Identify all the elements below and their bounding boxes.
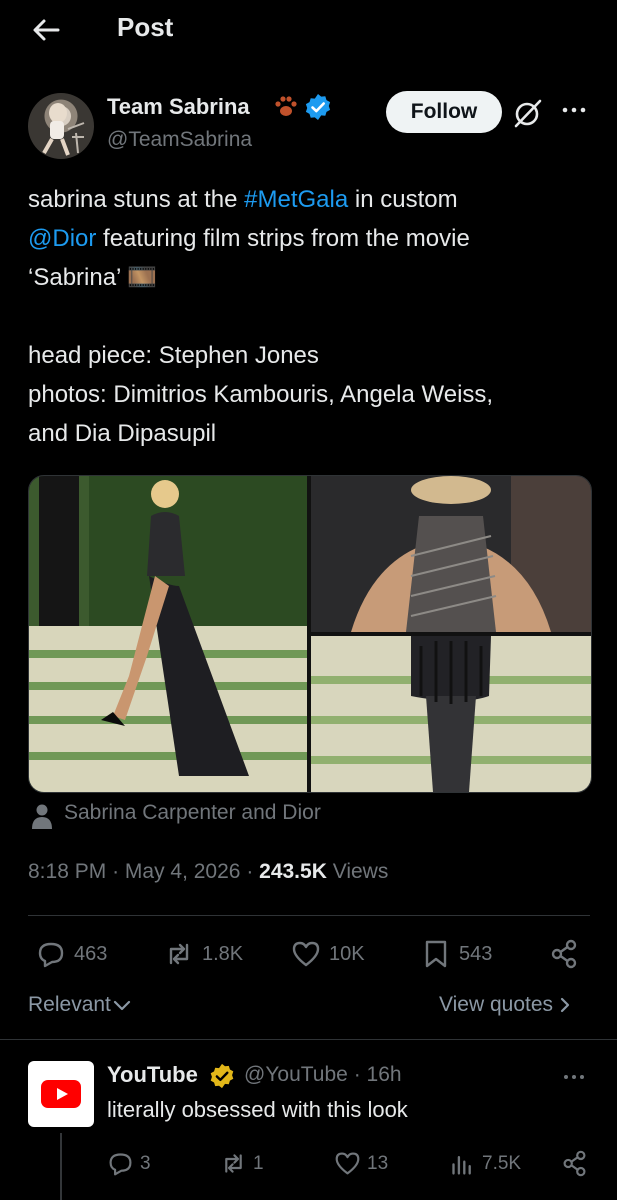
reply-repost-count: 1 [253, 1152, 264, 1174]
tweet-line: and Dia Dipasupil [28, 414, 216, 453]
sort-label: Relevant [28, 993, 111, 1016]
reply-count: 463 [74, 942, 108, 965]
repost-count: 1.8K [202, 942, 244, 965]
tweet-text-segment: in custom [348, 186, 458, 213]
youtube-logo-icon [41, 1080, 81, 1108]
tweet-line: @Dior featuring film strips from the mov… [28, 219, 470, 258]
reply-views-count: 7.5K [482, 1152, 522, 1174]
chevron-down-icon [113, 1000, 130, 1011]
photo-dress-closeup[interactable] [311, 476, 591, 632]
tweet-text-segment: head piece: Stephen Jones [28, 342, 319, 369]
like-icon [292, 941, 320, 967]
reply-handle[interactable]: @YouTube [244, 1063, 348, 1086]
photo-full-look[interactable] [29, 476, 307, 792]
bookmark-count: 543 [459, 942, 493, 965]
youtube-avatar[interactable] [28, 1061, 94, 1127]
views-label: Views [332, 860, 389, 883]
reply-like-count: 13 [367, 1152, 389, 1174]
media-tag[interactable]: Sabrina Carpenter and Dior [64, 801, 321, 825]
reply-like-button[interactable]: 13 [334, 1150, 388, 1177]
view-quotes-label: View quotes [439, 993, 554, 1016]
thread-line [60, 1133, 62, 1200]
tweet-text-segment: ‘Sabrina’ 🎞️ [28, 264, 158, 291]
share-button[interactable] [549, 939, 579, 969]
post-time: 8:18 PM [28, 860, 107, 883]
bookmark-icon [425, 940, 447, 968]
page-title: Post [117, 12, 174, 42]
reply-views-button[interactable]: 7.5K [449, 1150, 521, 1177]
views-count: 243.5K [259, 860, 327, 883]
reply-time: 16h [366, 1063, 402, 1086]
more-icon[interactable] [559, 100, 589, 120]
reply-handle-time: @YouTube · 16h [244, 1063, 402, 1086]
grok-icon[interactable] [511, 96, 545, 130]
share-icon [551, 939, 577, 969]
repost-button[interactable]: 1.8K [164, 939, 243, 969]
reply-share-button[interactable] [561, 1150, 588, 1177]
tweet-text-segment: and Dia Dipasupil [28, 420, 217, 447]
media-grid[interactable] [28, 475, 592, 793]
reply-reply-count: 3 [140, 1152, 151, 1174]
reply-author-name[interactable]: YouTube [107, 1062, 198, 1088]
repost-icon [225, 1154, 242, 1173]
post-date: May 4, 2026 [124, 860, 241, 883]
tweet-line: photos: Dimitrios Kambouris, Angela Weis… [28, 375, 493, 414]
post-meta: 8:18 PM · May 4, 2026 · 243.5K Views [28, 860, 389, 883]
repost-icon [169, 943, 189, 965]
divider [28, 915, 590, 916]
like-icon [335, 1152, 360, 1175]
reply-more-icon[interactable] [561, 1068, 587, 1086]
reply-icon [109, 1153, 132, 1176]
tweet-line: sabrina stuns at the #MetGala in custom [28, 180, 458, 219]
like-count: 10K [329, 942, 365, 965]
view-quotes-link[interactable]: View quotes [439, 993, 571, 1017]
share-icon [563, 1150, 586, 1177]
like-button[interactable]: 10K [291, 939, 365, 969]
reply-repost-button[interactable]: 1 [220, 1150, 264, 1177]
author-name[interactable]: Team Sabrina [107, 94, 250, 120]
tweet-text-segment: sabrina stuns at the [28, 186, 245, 213]
reply-button[interactable]: 463 [36, 939, 107, 969]
tweet-text-segment: featuring film strips from the movie [96, 225, 470, 252]
reply-icon [38, 942, 64, 968]
photo-train-detail[interactable] [311, 636, 591, 792]
views-icon [452, 1156, 471, 1175]
reply-reply-button[interactable]: 3 [107, 1150, 151, 1177]
chevron-right-icon [560, 997, 570, 1013]
gold-verified-icon [210, 1063, 234, 1089]
tweet-line: head piece: Stephen Jones [28, 336, 319, 375]
divider [0, 1039, 617, 1040]
mention-link[interactable]: @Dior [28, 225, 96, 252]
tweet-line: ‘Sabrina’ 🎞️ [28, 258, 157, 297]
avatar[interactable] [28, 93, 94, 159]
back-arrow-icon[interactable] [30, 14, 62, 46]
reply-text: literally obsessed with this look [107, 1097, 408, 1122]
hashtag-link[interactable]: #MetGala [244, 186, 348, 213]
verified-badge-icon [305, 94, 331, 120]
paw-icon [275, 96, 297, 116]
author-handle[interactable]: @TeamSabrina [107, 128, 252, 152]
sort-relevant-dropdown[interactable]: Relevant [28, 993, 131, 1017]
bookmark-button[interactable]: 543 [421, 939, 492, 969]
tweet-text-segment: photos: Dimitrios Kambouris, Angela Weis… [28, 381, 494, 408]
follow-button[interactable]: Follow [386, 91, 502, 133]
person-tag-icon [32, 804, 52, 829]
